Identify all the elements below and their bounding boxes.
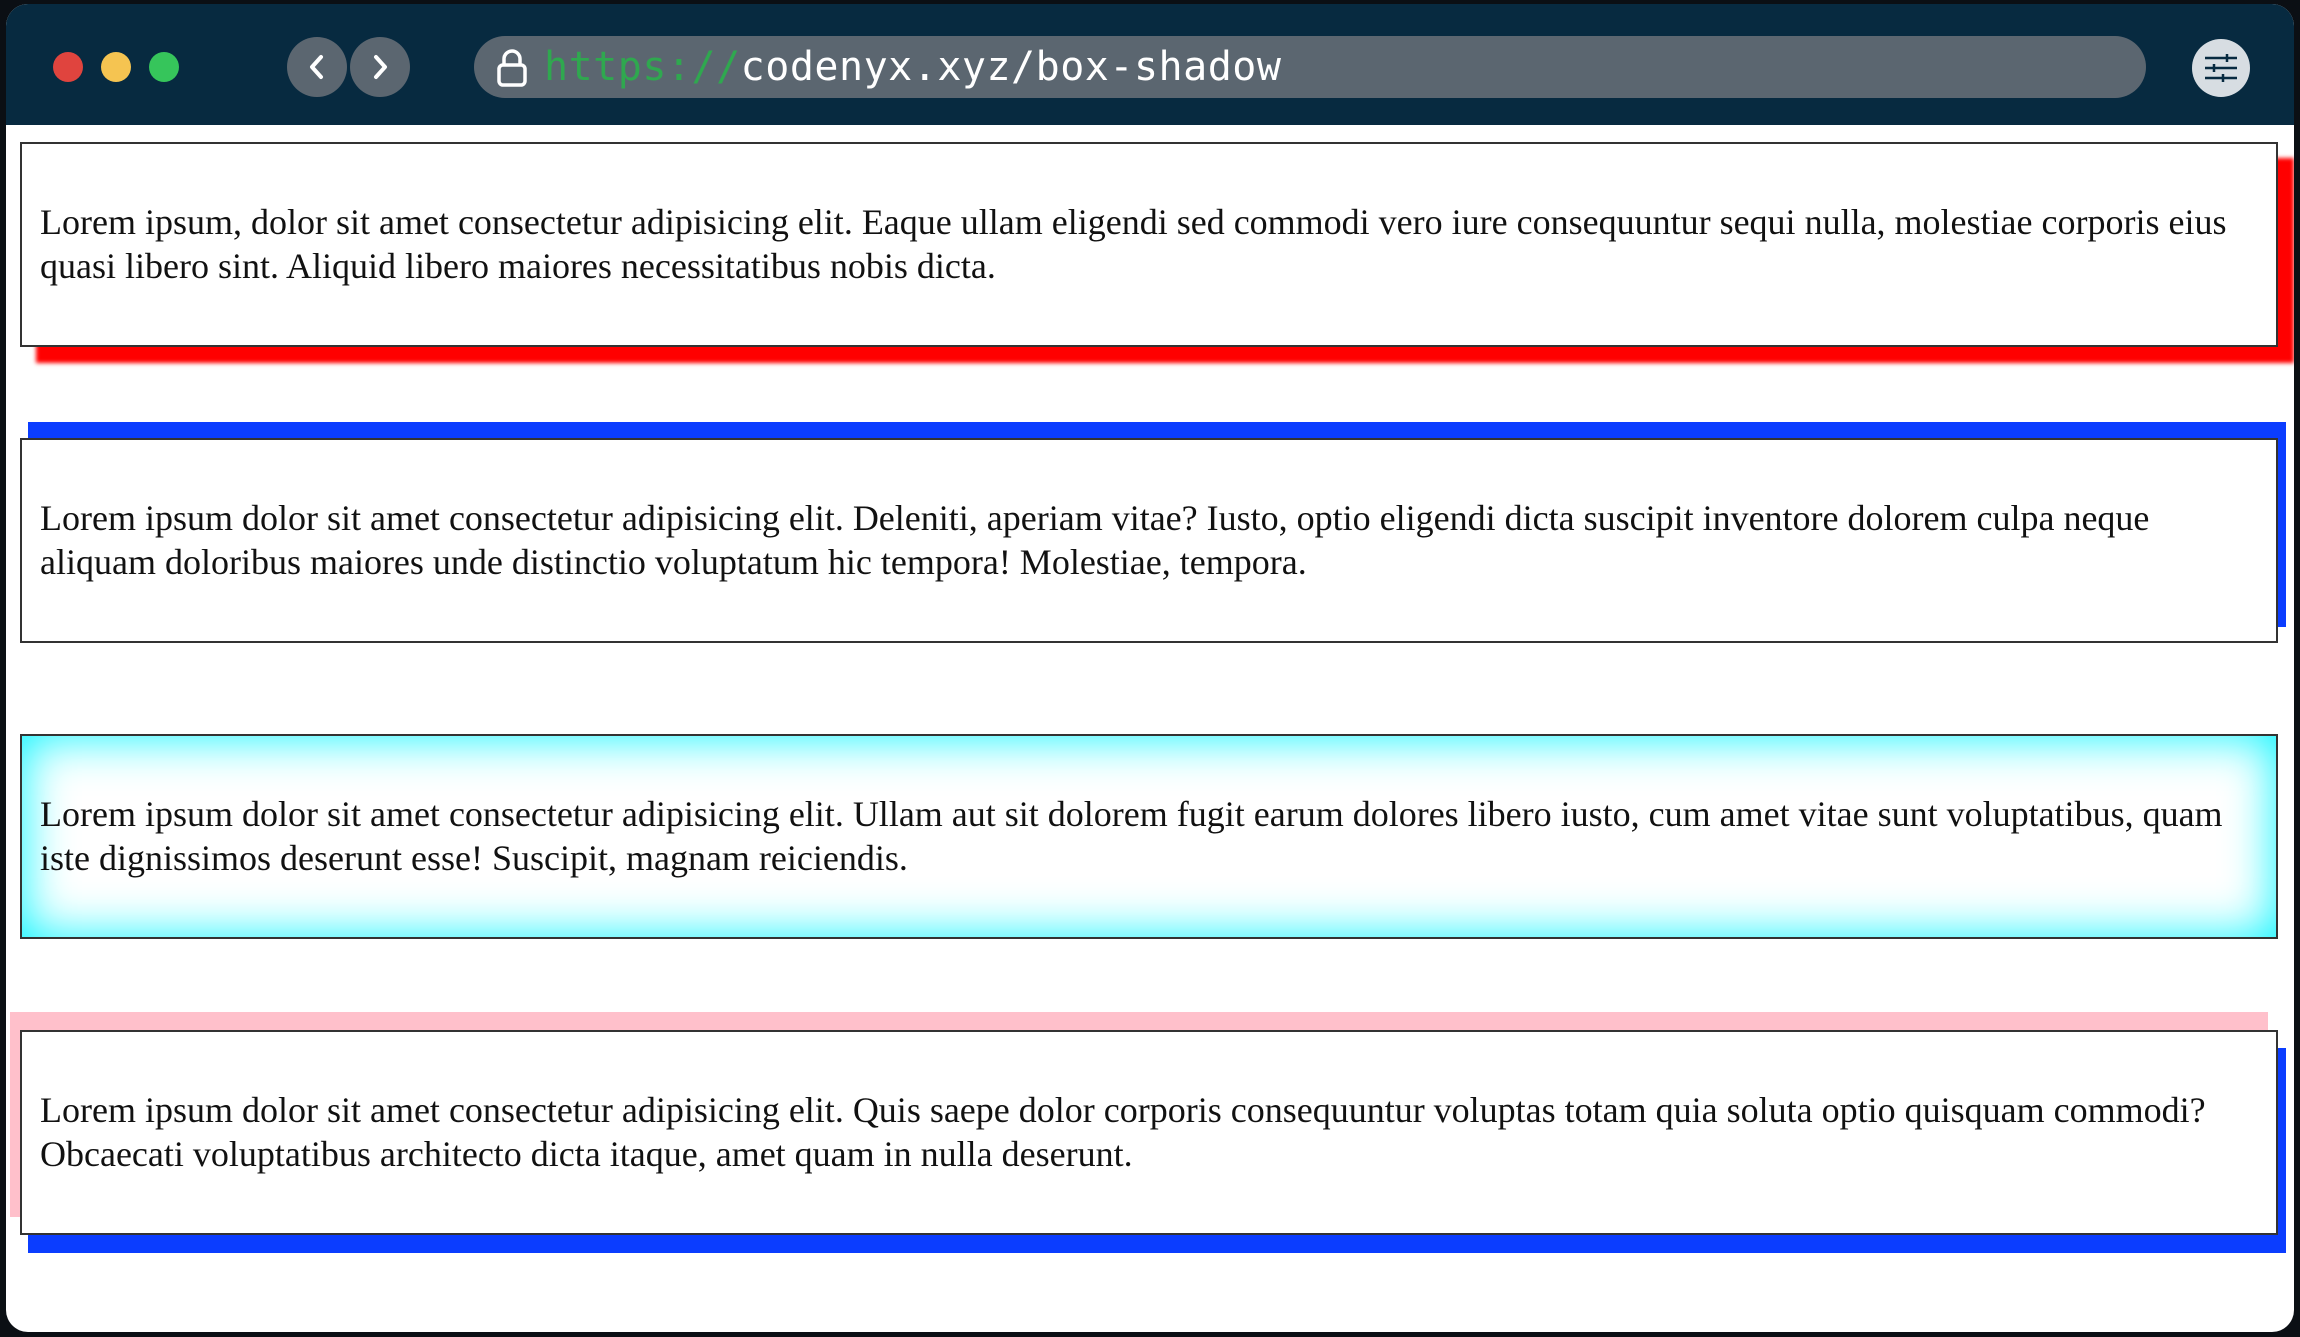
url-text[interactable]: https://codenyx.xyz/box-shadow [544, 36, 1281, 98]
shadow-box-pink-blue: Lorem ipsum dolor sit amet consectetur a… [20, 1030, 2278, 1235]
box-paragraph: Lorem ipsum dolor sit amet consectetur a… [40, 794, 2223, 878]
browser-window: https://codenyx.xyz/box-shadow Lorem ips… [6, 4, 2294, 1332]
url-path: codenyx.xyz/box-shadow [740, 44, 1282, 90]
chevron-left-icon [310, 55, 323, 79]
address-bar[interactable]: https://codenyx.xyz/box-shadow [474, 36, 2146, 98]
page-content: Lorem ipsum, dolor sit amet consectetur … [6, 125, 2294, 1332]
minimize-window-button[interactable] [101, 52, 131, 82]
box-paragraph: Lorem ipsum dolor sit amet consectetur a… [40, 1090, 2206, 1174]
lock-icon [497, 49, 527, 87]
chevron-right-icon [374, 55, 387, 79]
shadow-box-red: Lorem ipsum, dolor sit amet consectetur … [20, 142, 2278, 347]
sliders-icon [2205, 54, 2237, 82]
browser-titlebar: https://codenyx.xyz/box-shadow [6, 4, 2294, 125]
box-paragraph: Lorem ipsum dolor sit amet consectetur a… [40, 498, 2150, 582]
shadow-box-blue: Lorem ipsum dolor sit amet consectetur a… [20, 438, 2278, 643]
forward-button[interactable] [350, 37, 410, 97]
close-window-button[interactable] [53, 52, 83, 82]
shadow-box-inset-cyan: Lorem ipsum dolor sit amet consectetur a… [20, 734, 2278, 939]
zoom-window-button[interactable] [149, 52, 179, 82]
settings-button[interactable] [2192, 39, 2250, 97]
url-protocol: https:// [544, 44, 741, 90]
box-paragraph: Lorem ipsum, dolor sit amet consectetur … [40, 202, 2227, 286]
back-button[interactable] [287, 37, 347, 97]
